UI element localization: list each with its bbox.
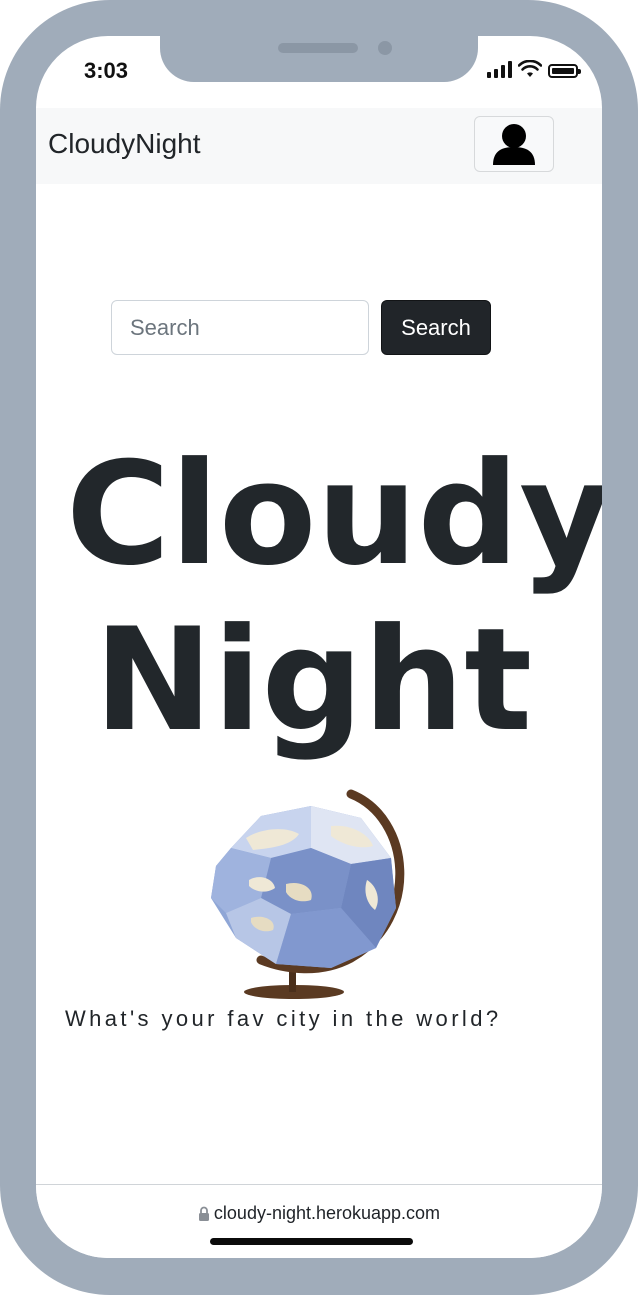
signal-icon bbox=[487, 60, 512, 78]
battery-icon bbox=[548, 64, 581, 78]
lock-icon bbox=[198, 1206, 209, 1221]
hero-title-line-2: Night bbox=[94, 598, 533, 763]
front-camera bbox=[378, 41, 392, 55]
url-text: cloudy-night.herokuapp.com bbox=[213, 1203, 441, 1223]
search-input[interactable] bbox=[111, 300, 369, 355]
speaker-grille bbox=[278, 43, 358, 53]
wifi-icon bbox=[518, 60, 542, 77]
navbar: CloudyNight bbox=[36, 108, 602, 184]
device-notch bbox=[160, 36, 478, 82]
search-button[interactable]: Search bbox=[381, 300, 491, 355]
status-time: 3:03 bbox=[84, 58, 129, 83]
tagline: What's your fav city in the world? bbox=[65, 1006, 502, 1031]
url-display[interactable]: cloudy-night.herokuapp.com bbox=[36, 1203, 602, 1224]
hero-title-line-1: Cloudy bbox=[66, 432, 602, 597]
home-indicator[interactable] bbox=[210, 1238, 413, 1245]
profile-button[interactable] bbox=[474, 116, 554, 172]
browser-url-bar[interactable]: cloudy-night.herokuapp.com bbox=[36, 1184, 602, 1258]
phone-screen: 3:03 CloudyNight Search Cloudy Night bbox=[36, 36, 602, 1258]
status-icons bbox=[487, 60, 581, 78]
person-icon bbox=[493, 124, 535, 165]
globe-icon bbox=[211, 789, 405, 999]
navbar-brand[interactable]: CloudyNight bbox=[48, 128, 201, 160]
